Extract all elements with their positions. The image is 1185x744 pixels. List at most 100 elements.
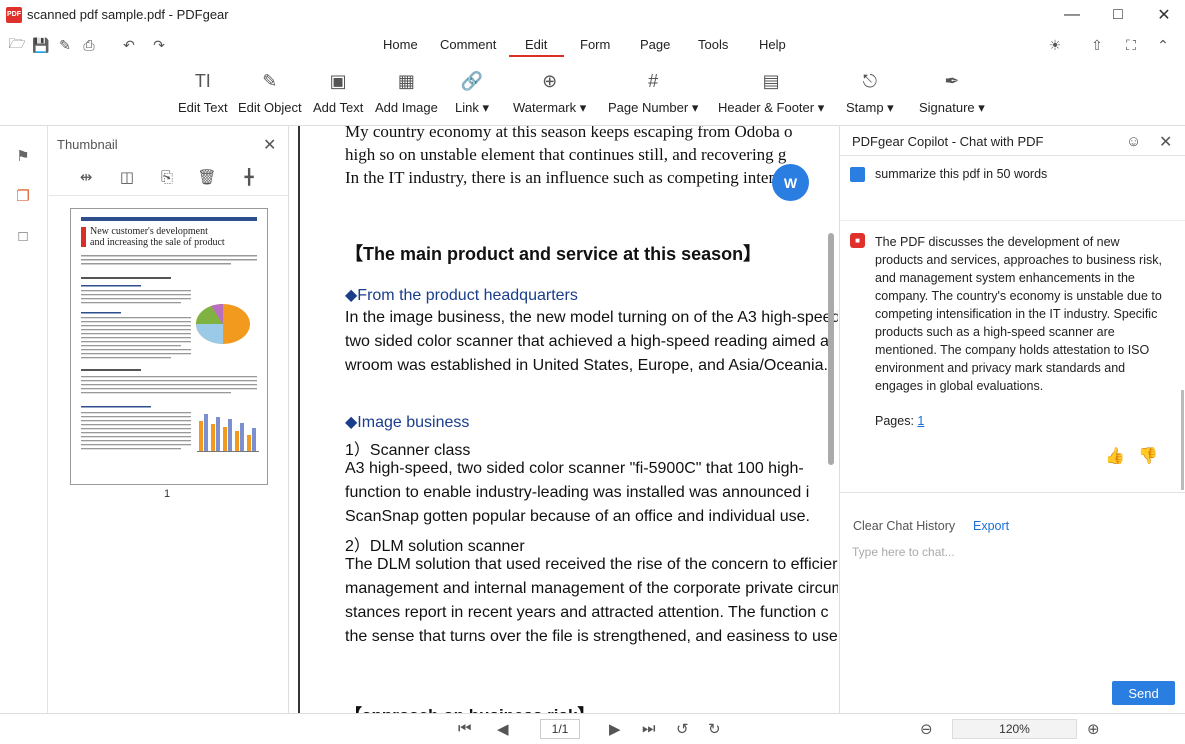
header-footer-tool[interactable]: ▤ Header & Footer ▾	[718, 68, 824, 116]
copilot-title: PDFgear Copilot - Chat with PDF	[852, 134, 1044, 149]
collapse-ribbon-icon[interactable]: ⌃	[1154, 36, 1172, 54]
signature-icon: ✒	[944, 71, 960, 91]
thumbnail-page-number: 1	[164, 488, 171, 500]
active-tab-indicator	[509, 55, 564, 57]
doc-subheading: ◆Image business	[345, 414, 470, 431]
doc-line: function to enable industry-leading was …	[345, 484, 810, 501]
previous-page-icon[interactable]: ◀	[497, 720, 509, 738]
doc-line: 2）DLM solution scanner	[345, 538, 525, 555]
comment-panel-icon[interactable]: □	[13, 226, 33, 246]
fullscreen-icon[interactable]: ⛶	[1122, 36, 1140, 54]
convert-to-word-icon[interactable]: W	[772, 164, 809, 201]
watermark-icon: ⊕	[542, 71, 558, 91]
doc-line: high so on unstable element that continu…	[345, 145, 787, 164]
insert-page-icon[interactable]: ╋	[238, 166, 260, 188]
split-icon[interactable]: ⇹	[75, 166, 97, 188]
zoom-level[interactable]: 120%	[952, 719, 1077, 739]
minimize-button[interactable]: —	[1049, 0, 1095, 30]
next-page-icon[interactable]: ▶	[609, 720, 621, 738]
message-divider	[840, 220, 1185, 221]
doc-section-heading: 【approach on business risk】	[345, 701, 594, 713]
signature-tool[interactable]: ✒ Signature ▾	[919, 68, 985, 116]
zoom-out-icon[interactable]: ⊖	[920, 720, 933, 738]
close-copilot-icon[interactable]: ✕	[1159, 132, 1172, 152]
doc-line: management and internal management of th…	[345, 580, 838, 597]
close-window-button[interactable]: ✕	[1141, 0, 1185, 30]
rotate-right-icon[interactable]: ↻	[708, 720, 721, 738]
tab-home[interactable]: Home	[383, 37, 418, 52]
watermark-tool[interactable]: ⊕ Watermark ▾	[513, 68, 586, 116]
doc-line: 1）Scanner class	[345, 442, 471, 459]
doc-line: stances report in recent years and attra…	[345, 604, 829, 621]
tab-tools[interactable]: Tools	[698, 37, 728, 52]
add-image-icon: ▦	[397, 71, 415, 91]
save-as-icon[interactable]: ✎	[56, 36, 74, 54]
app-logo-icon: PDF	[6, 7, 22, 23]
clear-chat-history-button[interactable]: Clear Chat History	[853, 519, 955, 533]
copilot-divider	[840, 492, 1185, 493]
open-folder-icon[interactable]: 🗁	[8, 35, 26, 54]
bot-avatar-icon: ■	[850, 233, 865, 248]
theme-icon[interactable]: ☀	[1046, 36, 1064, 54]
print-icon[interactable]: ⎙	[80, 36, 98, 54]
doc-line: ScanSnap gotten popular because of an of…	[345, 508, 810, 525]
send-button[interactable]: Send	[1112, 681, 1175, 705]
export-button[interactable]: Export	[973, 519, 1009, 533]
page-thumbnail[interactable]: New customer's development and increasin…	[70, 208, 268, 485]
add-text-icon: ▣	[329, 71, 347, 91]
maximize-button[interactable]: □	[1095, 0, 1141, 30]
doc-line: the sense that turns over the file is st…	[345, 628, 838, 645]
edit-object-tool[interactable]: ✎ Edit Object	[238, 68, 302, 115]
stamp-icon: ⎋	[862, 71, 877, 91]
undo-icon[interactable]: ↶	[120, 36, 138, 54]
document-scrollbar[interactable]	[828, 233, 834, 465]
doc-line: wroom was established in United States, …	[345, 357, 828, 374]
rotate-left-icon[interactable]: ↺	[676, 720, 689, 738]
copilot-scrollbar[interactable]	[1181, 390, 1184, 490]
tab-help[interactable]: Help	[759, 37, 786, 52]
doc-line: My country economy at this season keeps …	[345, 126, 793, 141]
last-page-icon[interactable]: ⏭	[642, 720, 656, 737]
window-title: scanned pdf sample.pdf - PDFgear	[27, 7, 229, 22]
doc-line: In the image business, the new model tur…	[345, 309, 838, 326]
page-link[interactable]: 1	[917, 414, 924, 428]
rotate-icon[interactable]: ◫	[116, 166, 138, 188]
bot-message: The PDF discusses the development of new…	[875, 235, 1162, 393]
first-page-icon[interactable]: ⏮	[458, 720, 472, 737]
tab-comment[interactable]: Comment	[440, 37, 496, 52]
tab-edit[interactable]: Edit	[525, 37, 547, 52]
edit-text-icon: TI	[194, 71, 211, 91]
link-icon: 🔗	[460, 71, 484, 91]
thumbs-down-icon[interactable]: 👎	[1138, 446, 1158, 466]
thumbs-up-icon[interactable]: 👍	[1105, 446, 1125, 466]
copilot-assistant-icon[interactable]: ☺	[1126, 133, 1141, 150]
redo-icon[interactable]: ↷	[150, 36, 168, 54]
link-tool[interactable]: 🔗 Link ▾	[455, 68, 489, 116]
chat-input[interactable]: Type here to chat...	[852, 545, 955, 559]
add-text-tool[interactable]: ▣ Add Text	[313, 68, 363, 115]
thumbnail-panel-icon[interactable]: ❐	[13, 186, 33, 206]
stamp-tool[interactable]: ⎋ Stamp ▾	[846, 68, 894, 116]
close-thumbnail-icon[interactable]: ✕	[263, 135, 276, 155]
copilot-divider	[840, 155, 1185, 156]
page-number-tool[interactable]: # Page Number ▾	[608, 68, 698, 116]
zoom-in-icon[interactable]: ⊕	[1087, 720, 1100, 738]
doc-line: A3 high-speed, two sided color scanner "…	[345, 460, 804, 477]
document-view[interactable]: My country economy at this season keeps …	[298, 126, 838, 713]
doc-section-heading: 【The main product and service at this se…	[345, 244, 762, 264]
left-rail	[0, 126, 48, 744]
page-number-input[interactable]: 1/1	[540, 719, 580, 739]
delete-page-icon[interactable]: 🗑	[196, 166, 218, 188]
share-icon[interactable]: ⇧	[1088, 36, 1106, 54]
save-icon[interactable]: 💾	[32, 36, 50, 54]
edit-object-icon: ✎	[262, 71, 278, 91]
tab-page[interactable]: Page	[640, 37, 670, 52]
tab-form[interactable]: Form	[580, 37, 610, 52]
add-image-tool[interactable]: ▦ Add Image	[375, 68, 438, 115]
edit-text-tool[interactable]: TI Edit Text	[178, 68, 228, 115]
doc-line: two sided color scanner that achieved a …	[345, 333, 829, 350]
extract-icon[interactable]: ⎘	[156, 166, 178, 188]
page-number-icon: #	[648, 71, 659, 91]
pages-reference: Pages: 1	[875, 414, 925, 428]
bookmark-icon[interactable]: ⚑	[13, 146, 33, 166]
